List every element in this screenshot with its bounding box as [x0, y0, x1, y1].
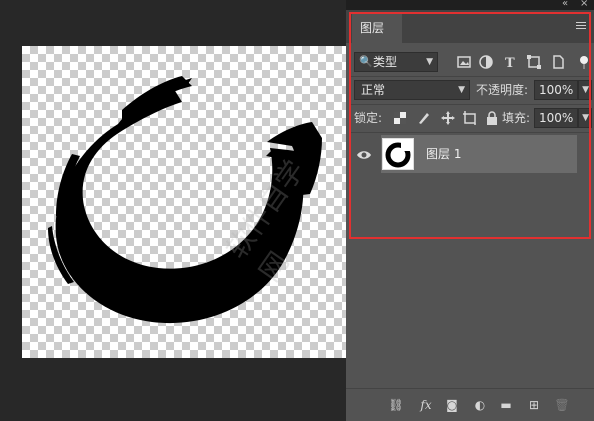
filter-kind-dropdown[interactable]: 🔍 类型 ▼ — [354, 52, 438, 72]
filter-toggle-icon[interactable] — [576, 54, 592, 70]
fx-icon[interactable]: fx — [418, 398, 434, 412]
search-icon: 🔍 — [359, 55, 373, 68]
fill-label: 填充: — [502, 111, 531, 125]
chevron-down-icon: ▼ — [582, 85, 589, 95]
close-icon[interactable]: × — [580, 0, 588, 9]
opacity-value: 100% — [539, 83, 574, 97]
chevron-down-icon: ▼ — [458, 85, 465, 95]
layer-name[interactable]: 图层 1 — [426, 145, 461, 162]
link-icon[interactable]: ⛓ — [388, 398, 404, 412]
divider — [350, 104, 590, 105]
divider — [350, 132, 590, 133]
canvas-area: 软件自学网 — [0, 0, 346, 420]
image-filter-icon[interactable] — [456, 54, 472, 70]
panel-tabbar: 图层 — [346, 10, 594, 43]
lock-artboard-icon[interactable] — [462, 110, 478, 126]
shape-filter-icon[interactable] — [526, 54, 542, 70]
folder-icon[interactable]: ▬ — [498, 398, 514, 412]
new-layer-icon[interactable]: ⊞ — [526, 398, 542, 412]
fill-value: 100% — [539, 111, 574, 125]
blend-mode-value: 正常 — [361, 83, 386, 97]
layer-thumbnail — [382, 138, 414, 170]
opacity-dropdown[interactable]: ▼ — [578, 80, 592, 100]
trash-icon[interactable]: 🗑 — [554, 398, 570, 412]
smart-object-filter-icon[interactable] — [550, 54, 566, 70]
opacity-input[interactable]: 100% — [534, 80, 578, 100]
tab-layers[interactable]: 图层 — [352, 14, 402, 43]
collapse-icon[interactable]: « — [562, 0, 568, 9]
adjustment-filter-icon[interactable] — [478, 54, 494, 70]
blend-mode-dropdown[interactable]: 正常 ▼ — [354, 80, 470, 100]
chevron-down-icon: ▼ — [426, 57, 433, 67]
mask-icon[interactable]: ◙ — [444, 398, 460, 412]
panel-menu-icon[interactable] — [576, 22, 586, 30]
divider — [350, 76, 590, 77]
layers-panel: 图层 🔍 类型 ▼ T 正常 ▼ 不透明度: 100% ▼ 锁定: 填充: 10… — [346, 10, 594, 421]
fill-input[interactable]: 100% — [534, 108, 578, 128]
lock-image-pixels-icon[interactable] — [416, 110, 432, 126]
adjustment-icon[interactable]: ◐ — [472, 398, 488, 412]
lock-label: 锁定: — [354, 111, 383, 125]
lock-transparent-pixels-icon[interactable] — [392, 110, 408, 126]
type-filter-icon[interactable]: T — [502, 54, 518, 70]
panel-collapse-bar: « × — [346, 0, 594, 10]
panel-footer: ⛓ fx ◙ ◐ ▬ ⊞ 🗑 — [346, 388, 594, 421]
chevron-down-icon: ▼ — [582, 113, 589, 123]
opacity-label: 不透明度: — [476, 83, 529, 97]
svg-text:T: T — [505, 56, 515, 70]
fill-dropdown[interactable]: ▼ — [578, 108, 592, 128]
lock-all-icon[interactable] — [484, 110, 500, 126]
lock-position-icon[interactable] — [440, 110, 456, 126]
filter-kind-label: 类型 — [373, 55, 398, 69]
visibility-eye-icon[interactable] — [356, 149, 372, 161]
